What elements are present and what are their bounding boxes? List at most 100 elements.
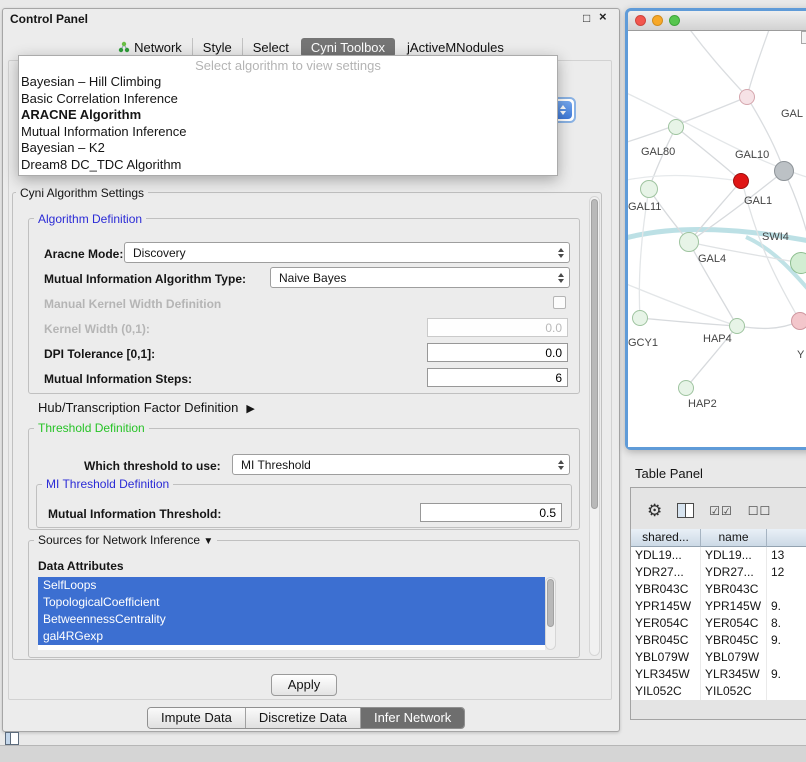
network-window-titlebar[interactable] [628,11,806,31]
zoom-traffic-light-icon[interactable] [669,15,680,26]
attribute-item-selected[interactable]: gal4RGexp [38,628,545,645]
select-all-columns-icon[interactable]: ☑☑ [709,504,733,518]
table-row[interactable]: YBR043CYBR043C [631,581,806,598]
network-icon [118,41,130,53]
data-attributes-list: SelfLoops TopologicalCoefficient Between… [38,577,545,650]
tab-jactivemnodules[interactable]: jActiveMNodules [397,38,514,57]
dpi-tolerance-field[interactable] [427,343,568,362]
tab-discretize-data[interactable]: Discretize Data [245,708,360,728]
table-panel-toolbar: ⚙ ☑☑ ☐☐ [631,488,806,529]
node-table: shared... name YDL19...YDL19...13 YDR27.… [631,529,806,700]
minimized-panel-icon[interactable] [5,732,19,745]
hub-section-header[interactable]: Hub/Transcription Factor Definition▶ [38,400,255,415]
cyni-settings-group-title: Cyni Algorithm Settings [16,186,148,200]
combo-arrows-icon [558,248,564,258]
minimize-traffic-light-icon[interactable] [652,15,663,26]
threshold-definition-title: Threshold Definition [34,421,149,435]
network-node-selected[interactable] [733,173,749,189]
dropdown-item[interactable]: Dream8 DC_TDC Algorithm [19,157,557,174]
expanded-arrow-icon[interactable]: ▼ [203,536,213,547]
mi-threshold-field[interactable] [420,503,562,522]
column-header[interactable] [767,529,806,547]
dropdown-item[interactable]: Bayesian – K2 [19,140,557,157]
network-node[interactable] [739,89,755,105]
dropdown-item[interactable]: Mutual Information Inference [19,124,557,141]
mi-algo-type-combobox[interactable]: Naive Bayes [270,267,570,288]
table-row[interactable]: YER054CYER054C8. [631,615,806,632]
data-attributes-label: Data Attributes [38,559,124,573]
attribute-item-selected[interactable]: BetweennessCentrality [38,611,545,628]
column-header[interactable]: name [701,529,767,547]
combo-arrows-icon [558,273,564,283]
close-traffic-light-icon[interactable] [635,15,646,26]
node-label: HAP4 [703,333,732,345]
network-node[interactable] [640,180,658,198]
float-window-icon[interactable]: □ [583,12,590,24]
which-threshold-combobox[interactable]: MI Threshold [232,454,570,475]
tab-impute-data[interactable]: Impute Data [148,708,245,728]
node-label: GCY1 [628,337,658,349]
aracne-mode-combobox[interactable]: Discovery [124,242,570,263]
table-panel-title: Table Panel [635,466,703,481]
table-panel-window: ⚙ ☑☑ ☐☐ shared... name YDL19...YDL19...1… [630,487,806,720]
mi-steps-label: Mutual Information Steps: [44,372,192,386]
column-header[interactable]: shared... [631,529,701,547]
collapsed-arrow-icon[interactable]: ▶ [246,403,254,415]
apply-button[interactable]: Apply [271,674,337,696]
dropdown-item[interactable]: Bayesian – Hill Climbing [19,74,557,91]
node-label: GAL4 [698,253,726,265]
settings-scrollbar[interactable] [589,196,600,656]
network-node[interactable] [774,161,794,181]
table-row[interactable]: YIL052CYIL052C [631,683,806,700]
attribute-item-selected[interactable]: TopologicalCoefficient [38,594,545,611]
dropdown-prompt: Select algorithm to view settings [19,58,557,74]
tab-infer-network[interactable]: Infer Network [360,708,464,728]
attributes-list-scrollbar[interactable] [545,577,556,650]
deselect-all-columns-icon[interactable]: ☐☐ [748,504,772,518]
attributes-scrollbar-thumb[interactable] [547,579,554,627]
table-row[interactable]: YBR045CYBR045C9. [631,632,806,649]
mi-threshold-group-title: MI Threshold Definition [42,477,173,491]
tab-cyni-toolbox[interactable]: Cyni Toolbox [301,38,395,57]
node-label: GAL1 [744,195,772,207]
network-node[interactable] [678,380,694,396]
table-row[interactable]: YLR345WYLR345W9. [631,666,806,683]
network-node[interactable] [679,232,699,252]
mi-steps-field[interactable] [427,368,568,387]
mi-algo-type-label: Mutual Information Algorithm Type: [44,272,246,286]
dropdown-item[interactable]: Basic Correlation Inference [19,91,557,108]
aracne-mode-label: Aracne Mode: [44,247,123,261]
node-label: HAP2 [688,398,717,410]
scrollbar-corner [801,31,806,44]
network-node[interactable] [791,312,806,330]
network-node[interactable] [668,119,684,135]
node-label: GAL80 [641,146,675,158]
manual-kernel-label: Manual Kernel Width Definition [44,297,221,311]
which-threshold-label: Which threshold to use: [84,459,221,473]
table-row[interactable]: YDR27...YDR27...12 [631,564,806,581]
column-layout-icon[interactable] [677,503,694,518]
network-node[interactable] [632,310,648,326]
kernel-width-field[interactable] [427,318,568,337]
tab-select[interactable]: Select [242,38,299,57]
node-label: GAL10 [735,149,769,161]
network-canvas[interactable]: GAL GAL80 GAL10 GAL11 GAL1 SWI4 GAL4 GCY… [628,31,806,447]
sources-group-title[interactable]: Sources for Network Inference ▼ [34,533,217,547]
close-window-icon[interactable]: × [599,11,607,23]
bottom-tabbar: Impute Data Discretize Data Infer Networ… [147,707,465,729]
node-label: GAL11 [628,201,661,213]
table-row[interactable]: YPR145WYPR145W9. [631,598,806,615]
table-row[interactable]: YDL19...YDL19...13 [631,547,806,564]
table-row[interactable]: YBL079WYBL079W [631,649,806,666]
tab-style[interactable]: Style [192,38,242,57]
settings-scrollbar-thumb[interactable] [591,199,598,509]
manual-kernel-checkbox[interactable] [553,296,566,309]
attribute-item-selected[interactable]: SelfLoops [38,577,545,594]
tab-network[interactable]: Network [108,38,192,57]
dropdown-item-selected[interactable]: ARACNE Algorithm [19,107,557,124]
gear-icon[interactable]: ⚙ [647,502,662,519]
network-node[interactable] [790,252,806,274]
down-arrow-icon [560,111,566,115]
node-label: SWI4 [762,231,789,243]
network-node[interactable] [729,318,745,334]
